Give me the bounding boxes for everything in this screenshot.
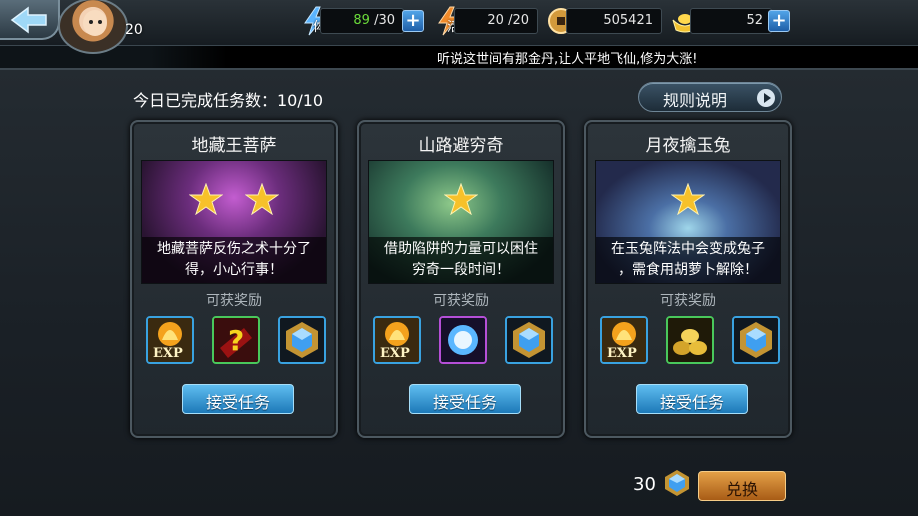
mission-card: 地藏王菩萨 地藏菩萨反伤之术十分了 得，小心行事！ 可获奖励 EXP ? 接受任… (130, 120, 338, 438)
mission-description: 借助陷阱的力量可以困住 穷奇一段时间！ (369, 237, 553, 283)
accept-button-label: 接受任务 (205, 393, 270, 412)
exp-icon[interactable]: EXP (373, 316, 421, 364)
mission-art: 借助陷阱的力量可以困住 穷奇一段时间！ (368, 160, 554, 284)
mission-description: 地藏菩萨反伤之术十分了 得，小心行事！ (142, 237, 326, 283)
exp-icon[interactable]: EXP (600, 316, 648, 364)
blue-gem-icon (665, 470, 689, 496)
play-arrow-icon (757, 89, 775, 107)
difficulty-stars (142, 183, 326, 219)
mission-description: 在玉兔阵法中会变成兔子 ，需食用胡萝卜解除！ (596, 237, 780, 283)
accept-mission-button[interactable]: 接受任务 (182, 384, 294, 414)
stamina-slot: 89 /30 (320, 8, 404, 34)
daily-progress: 今日已完成任务数：10/10 (133, 91, 324, 110)
exchange-button[interactable]: 兑换 (698, 471, 786, 501)
player-level: 20 (125, 22, 143, 38)
exp-icon[interactable]: EXP (146, 316, 194, 364)
exchange-button-label: 兑换 (725, 480, 758, 499)
star-icon (671, 183, 705, 215)
mission-art: 地藏菩萨反伤之术十分了 得，小心行事！ (141, 160, 327, 284)
svg-text:EXP: EXP (607, 346, 637, 361)
reward-label: 可获奖励 (660, 293, 716, 309)
avatar-eye (98, 20, 102, 24)
vitality-value: 20 /20 (487, 13, 529, 28)
accept-button-label: 接受任务 (659, 393, 724, 412)
blue-gem-icon[interactable] (278, 316, 326, 364)
announcement-marquee: 听说这世间有那金丹,让人平地飞仙,修为大涨! (150, 46, 918, 68)
mission-card: 月夜擒玉兔 在玉兔阵法中会变成兔子 ，需食用胡萝卜解除！ 可获奖励 EXP 接受… (584, 120, 792, 438)
svg-text:EXP: EXP (380, 346, 410, 361)
reward-icons: EXP ? (146, 316, 326, 366)
blue-gem-icon[interactable] (505, 316, 553, 364)
mission-desc-line: 穷奇一段时间！ (412, 262, 510, 278)
accept-mission-button[interactable]: 接受任务 (636, 384, 748, 414)
stamina-value: 89 /30 (353, 13, 395, 28)
coins-value: 505421 (603, 13, 653, 28)
mission-art: 在玉兔阵法中会变成兔子 ，需食用胡萝卜解除！ (595, 160, 781, 284)
add-gold-button[interactable]: + (768, 10, 790, 32)
mission-desc-line: 地藏菩萨反伤之术十分了 (157, 241, 311, 257)
blue-gem-icon[interactable] (732, 316, 780, 364)
mission-desc-line: 借助陷阱的力量可以困住 (384, 241, 538, 257)
gem-count: 30 (633, 474, 656, 495)
star-icon (189, 183, 224, 215)
svg-text:EXP: EXP (153, 346, 183, 361)
add-stamina-button[interactable]: + (402, 10, 424, 32)
mission-panel: 今日已完成任务数：10/10 规则说明 地藏王菩萨 地藏菩萨反伤之术十分了 得，… (0, 68, 918, 516)
spirit-orb-icon[interactable] (439, 316, 487, 364)
gold-slot: 52 (690, 8, 772, 34)
rules-button-label: 规则说明 (663, 91, 728, 110)
vitality-slot: 20 /20 (454, 8, 538, 34)
mission-title: 月夜擒玉兔 (645, 136, 731, 156)
back-button[interactable] (0, 0, 60, 40)
accept-button-label: 接受任务 (432, 393, 497, 412)
stamina-current: 89 (353, 13, 370, 28)
mission-title: 地藏王菩萨 (191, 136, 277, 156)
mission-desc-line: 得，小心行事！ (185, 262, 283, 278)
reward-label: 可获奖励 (433, 293, 489, 309)
star-icon (444, 183, 478, 215)
mission-title: 山路避穷奇 (418, 136, 504, 156)
avatar-eye (89, 20, 93, 24)
gold-pile-icon[interactable] (666, 316, 714, 364)
reward-icons: EXP (373, 316, 553, 366)
accept-mission-button[interactable]: 接受任务 (409, 384, 521, 414)
top-bar: 20 体 89 /30 + 活 20 /20 505421 52 + (0, 0, 918, 54)
svg-text:?: ? (228, 324, 244, 357)
difficulty-stars (596, 183, 780, 219)
back-arrow-icon (10, 6, 47, 34)
gold-value: 52 (746, 13, 763, 28)
star-icon (244, 183, 279, 215)
stamina-max: /30 (374, 13, 395, 28)
mission-desc-line: 在玉兔阵法中会变成兔子 (611, 241, 765, 257)
mission-desc-line: ，需食用胡萝卜解除！ (618, 262, 758, 278)
coins-slot: 505421 (566, 8, 662, 34)
reward-icons: EXP (600, 316, 780, 366)
reward-label: 可获奖励 (206, 293, 262, 309)
announcement-text: 听说这世间有那金丹,让人平地飞仙,修为大涨! (437, 52, 698, 67)
avatar-face (83, 10, 107, 36)
mission-card: 山路避穷奇 借助陷阱的力量可以困住 穷奇一段时间！ 可获奖励 EXP 接受任务 (357, 120, 565, 438)
rules-button[interactable]: 规则说明 (638, 82, 782, 112)
mystery-item-icon[interactable]: ? (212, 316, 260, 364)
player-avatar[interactable] (58, 0, 128, 54)
difficulty-stars (369, 183, 553, 219)
